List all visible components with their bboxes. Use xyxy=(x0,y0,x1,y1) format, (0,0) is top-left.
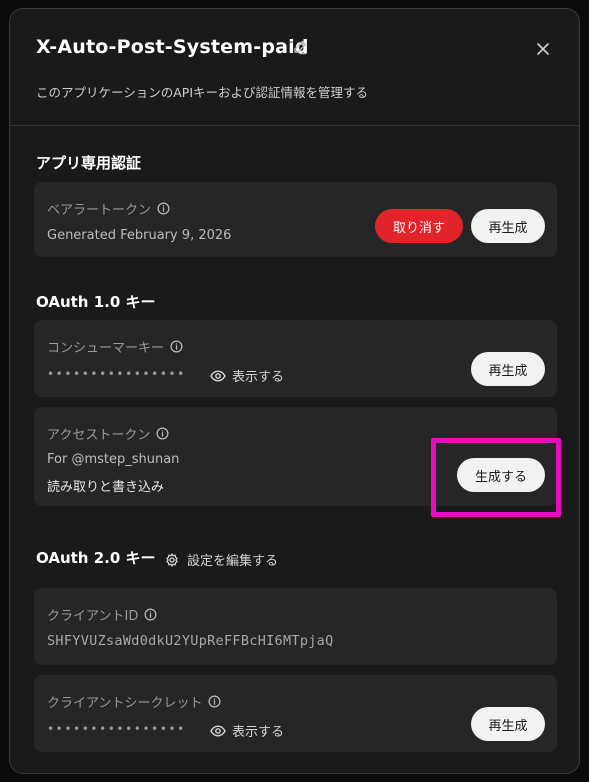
client-id-label: クライアントID xyxy=(47,605,157,624)
edit-settings-label: 設定を編集する xyxy=(187,554,279,569)
info-icon[interactable] xyxy=(208,695,221,708)
client-secret-masked: •••••••••••••••• xyxy=(47,722,186,736)
bearer-generated-date: Generated February 9, 2026 xyxy=(47,228,232,243)
info-icon[interactable] xyxy=(157,202,170,215)
manage-keys-dialog: X-Auto-Post-System-paid このアプリケーションのAPIキー… xyxy=(9,8,580,774)
show-client-secret-toggle[interactable]: 表示する xyxy=(210,721,284,740)
info-icon[interactable] xyxy=(156,427,169,440)
app-title: X-Auto-Post-System-paid xyxy=(36,36,309,58)
show-client-secret-label: 表示する xyxy=(232,725,285,740)
client-id-label-text: クライアントID xyxy=(47,609,139,624)
client-id-card: クライアントID SHFYVUZsaWd0dkU2YUpReFFBcHI6MTp… xyxy=(34,588,557,665)
edit-icon[interactable] xyxy=(292,39,308,55)
regenerate-consumer-key-button[interactable]: 再生成 xyxy=(471,352,545,386)
consumer-key-card: コンシューマーキー •••••••••••••••• 表示する 再生成 xyxy=(34,320,557,397)
section-title-app-auth: アプリ専用認証 xyxy=(36,154,142,172)
eye-icon xyxy=(210,369,226,382)
consumer-key-label: コンシューマーキー xyxy=(47,337,183,356)
section-title-oauth2: OAuth 2.0 キー xyxy=(36,549,156,567)
dialog-subtitle: このアプリケーションのAPIキーおよび認証情報を管理する xyxy=(36,85,369,100)
access-token-label: アクセストークン xyxy=(47,424,169,443)
gear-icon xyxy=(166,552,178,567)
dialog-header: X-Auto-Post-System-paid このアプリケーションのAPIキー… xyxy=(10,9,579,126)
access-token-user: For @mstep_shunan xyxy=(47,452,180,467)
client-secret-card: クライアントシークレット •••••••••••••••• 表示する 再生成 xyxy=(34,675,557,752)
regenerate-bearer-button[interactable]: 再生成 xyxy=(471,209,545,243)
regenerate-client-secret-button[interactable]: 再生成 xyxy=(471,707,545,741)
access-token-label-text: アクセストークン xyxy=(47,428,151,443)
consumer-key-masked: •••••••••••••••• xyxy=(47,367,186,381)
bearer-token-card: ベアラートークン Generated February 9, 2026 取り消す… xyxy=(34,182,557,257)
close-icon[interactable] xyxy=(533,39,553,59)
access-token-card: アクセストークン For @mstep_shunan 読み取りと書き込み 生成す… xyxy=(34,407,557,506)
client-secret-label-text: クライアントシークレット xyxy=(47,696,203,711)
section-title-oauth1: OAuth 1.0 キー xyxy=(36,293,156,311)
info-icon[interactable] xyxy=(144,608,157,621)
eye-icon xyxy=(210,724,226,737)
info-icon[interactable] xyxy=(170,340,183,353)
revoke-button[interactable]: 取り消す xyxy=(375,209,463,243)
bearer-token-label-text: ベアラートークン xyxy=(47,203,152,218)
client-id-value[interactable]: SHFYVUZsaWd0dkU2YUpReFFBcHI6MTpjaQ xyxy=(47,633,334,649)
show-consumer-key-toggle[interactable]: 表示する xyxy=(210,366,284,385)
access-token-permission: 読み取りと書き込み xyxy=(47,480,165,495)
generate-access-token-button[interactable]: 生成する xyxy=(457,458,545,492)
bearer-token-label: ベアラートークン xyxy=(47,199,170,218)
client-secret-label: クライアントシークレット xyxy=(47,692,221,711)
edit-settings-link[interactable]: 設定を編集する xyxy=(165,550,278,569)
show-consumer-key-label: 表示する xyxy=(232,370,285,385)
consumer-key-label-text: コンシューマーキー xyxy=(47,341,165,356)
